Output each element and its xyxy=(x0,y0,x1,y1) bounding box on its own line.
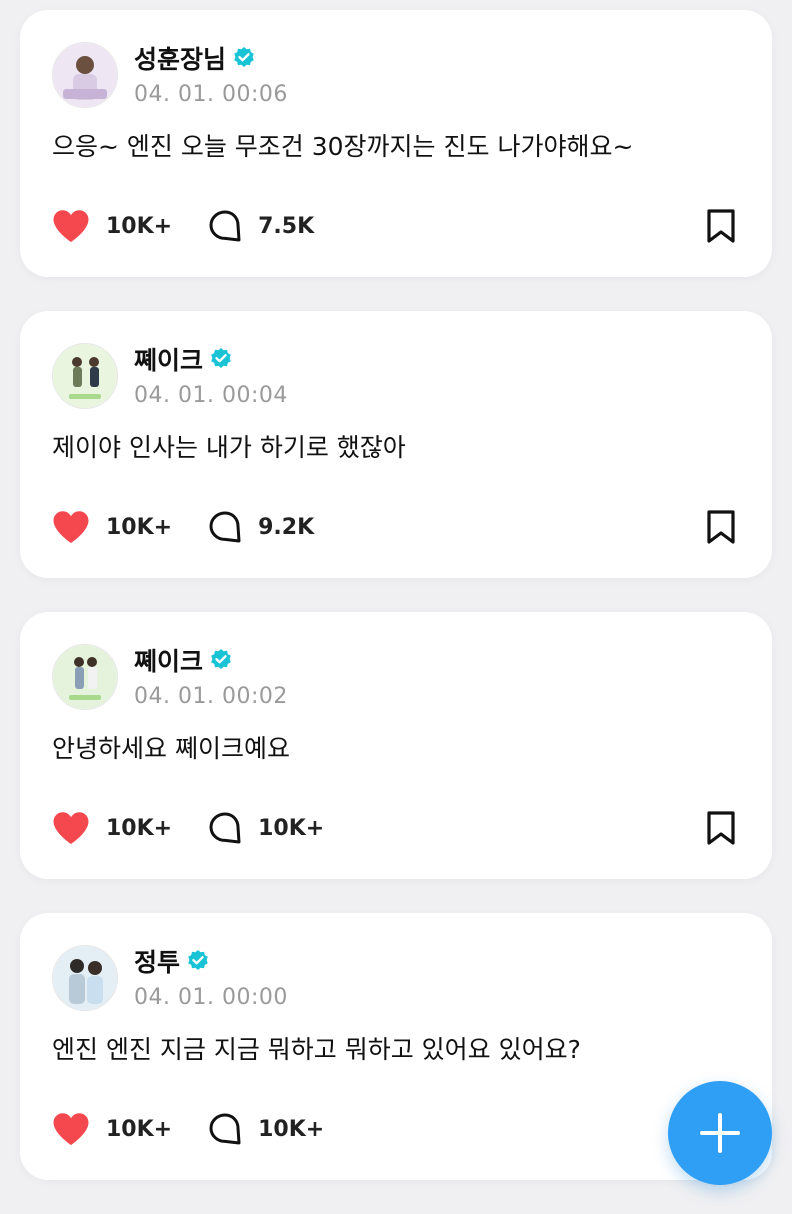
comment-count: 10K+ xyxy=(258,1116,325,1142)
avatar[interactable] xyxy=(52,644,118,710)
post-timestamp: 04. 01. 00:04 xyxy=(134,383,288,408)
author-name[interactable]: 성훈장님 xyxy=(134,40,226,76)
speech-bubble-icon xyxy=(209,210,241,242)
plus-icon xyxy=(700,1113,740,1153)
author-name[interactable]: 쪠이크 xyxy=(134,642,203,678)
avatar[interactable] xyxy=(52,42,118,108)
comment-button[interactable]: 9.2K xyxy=(208,510,314,544)
verified-badge-icon xyxy=(211,348,231,368)
comment-button[interactable]: 10K+ xyxy=(208,1112,324,1146)
post-timestamp: 04. 01. 00:00 xyxy=(134,985,288,1010)
verified-badge-icon xyxy=(211,649,231,669)
post-content: 으응~ 엔진 오늘 무조건 30장까지는 진도 나가야해요~ xyxy=(52,132,634,161)
comment-count: 10K+ xyxy=(258,815,325,841)
like-button[interactable]: 10K+ xyxy=(52,510,172,544)
speech-bubble-icon xyxy=(209,511,241,543)
like-button[interactable]: 10K+ xyxy=(52,1112,172,1146)
like-button[interactable]: 10K+ xyxy=(52,209,172,243)
verified-badge-icon xyxy=(234,47,254,67)
like-count: 10K+ xyxy=(106,1116,173,1142)
post-card[interactable]: 정투 04. 01. 00:00 엔진 엔진 지금 지금 뭐하고 뭐하고 있어요… xyxy=(20,913,772,1180)
comment-count: 9.2K xyxy=(258,514,315,540)
post-timestamp: 04. 01. 00:06 xyxy=(134,82,288,107)
bookmark-icon[interactable] xyxy=(704,208,738,244)
heart-icon xyxy=(53,511,89,543)
bookmark-icon[interactable] xyxy=(704,509,738,545)
post-content: 엔진 엔진 지금 지금 뭐하고 뭐하고 있어요 있어요? xyxy=(52,1035,581,1064)
heart-icon xyxy=(53,210,89,242)
like-count: 10K+ xyxy=(106,815,173,841)
avatar[interactable] xyxy=(52,945,118,1011)
heart-icon xyxy=(53,1113,89,1145)
bookmark-icon[interactable] xyxy=(704,810,738,846)
author-name[interactable]: 쪠이크 xyxy=(134,341,203,377)
post-feed: 성훈장님 04. 01. 00:06 으응~ 엔진 오늘 무조건 30장까지는 … xyxy=(20,10,772,1214)
post-content: 제이야 인사는 내가 하기로 했잖아 xyxy=(52,433,406,462)
post-card[interactable]: 쪠이크 04. 01. 00:02 안녕하세요 쪠이크예요 10K+ 10K+ xyxy=(20,612,772,879)
like-count: 10K+ xyxy=(106,213,173,239)
author-name[interactable]: 정투 xyxy=(134,943,180,979)
like-button[interactable]: 10K+ xyxy=(52,811,172,845)
heart-icon xyxy=(53,812,89,844)
post-card[interactable]: 쪠이크 04. 01. 00:04 제이야 인사는 내가 하기로 했잖아 10K… xyxy=(20,311,772,578)
avatar[interactable] xyxy=(52,343,118,409)
speech-bubble-icon xyxy=(209,812,241,844)
verified-badge-icon xyxy=(188,950,208,970)
like-count: 10K+ xyxy=(106,514,173,540)
post-card[interactable]: 성훈장님 04. 01. 00:06 으응~ 엔진 오늘 무조건 30장까지는 … xyxy=(20,10,772,277)
speech-bubble-icon xyxy=(209,1113,241,1145)
comment-count: 7.5K xyxy=(258,213,315,239)
comment-button[interactable]: 7.5K xyxy=(208,209,314,243)
comment-button[interactable]: 10K+ xyxy=(208,811,324,845)
post-content: 안녕하세요 쪠이크예요 xyxy=(52,734,290,763)
post-timestamp: 04. 01. 00:02 xyxy=(134,684,288,709)
compose-button[interactable] xyxy=(668,1081,772,1185)
